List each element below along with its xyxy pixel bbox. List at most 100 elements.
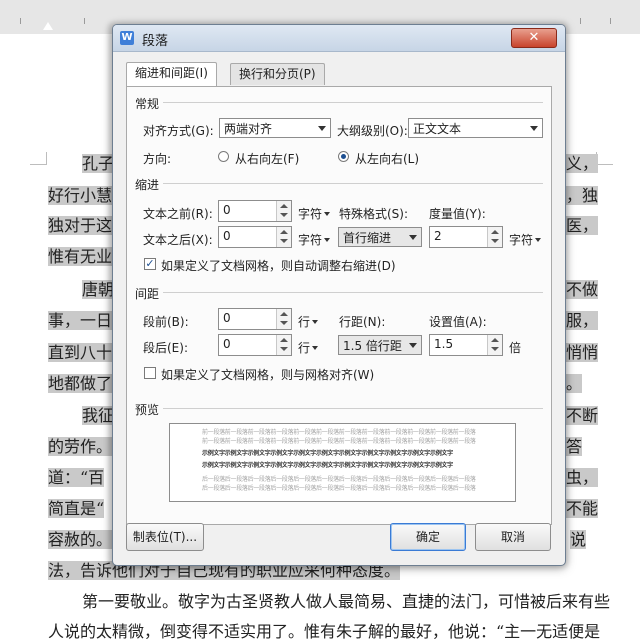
measure-stepper[interactable]: 2 — [429, 226, 503, 248]
doc-line: ，独 — [566, 186, 599, 205]
space-before-value: 0 — [223, 311, 231, 325]
indent-before-unit-dropdown[interactable]: 字符 — [298, 205, 331, 222]
section-spacing-title: 间距 — [135, 287, 160, 301]
chevron-up-icon — [280, 230, 288, 234]
special-format-value: 首行缩进 — [343, 231, 392, 245]
paragraph-dialog: W 段落 ✕ 缩进和间距(I) 换行和分页(P) 常规 对齐方式(G): 两端对… — [112, 24, 566, 566]
snap-to-grid-checkbox[interactable] — [144, 367, 156, 379]
preview-next-paragraph: 后一段落后一段落后一段落后一段落后一段落后一段落后一段落后一段落后一段落后一段落… — [202, 485, 476, 492]
tab-line-page-breaks[interactable]: 换行和分页(P) — [230, 63, 325, 85]
margin-corner-mark — [30, 152, 47, 165]
preview-previous-paragraph: 前一段落前一段落前一段落前一段落前一段落前一段落前一段落前一段落前一段落前一段落… — [202, 429, 476, 436]
rtl-label[interactable]: 从右向左(F) — [235, 150, 299, 167]
ltr-radio[interactable] — [338, 151, 349, 162]
spin-buttons[interactable] — [276, 201, 291, 221]
measure-label: 度量值(Y): — [429, 207, 486, 221]
section-divider — [163, 292, 543, 293]
section-preview-title: 预览 — [135, 403, 160, 417]
chevron-down-icon — [280, 239, 288, 243]
setting-value-stepper[interactable]: 1.5 — [429, 334, 503, 356]
indent-after-label: 文本之后(X): — [143, 233, 213, 247]
chevron-up-icon — [280, 338, 288, 342]
doc-line: 事，一日 — [48, 311, 113, 330]
special-format-select[interactable]: 首行缩进 — [338, 227, 422, 247]
doc-line: 人说的太精微，倒变得不适实用了。惟有朱子解的最好，他说：“主一无适便是 — [48, 622, 601, 641]
section-divider — [163, 408, 543, 409]
setting-value: 1.5 — [434, 337, 454, 351]
ruler-tick — [580, 18, 581, 24]
chevron-down-icon — [491, 347, 499, 351]
doc-line: 直到八十 — [48, 343, 113, 362]
section-divider — [163, 102, 543, 103]
setting-value-label: 设置值(A): — [429, 315, 487, 329]
caret-down-icon — [535, 238, 542, 242]
indent-marker[interactable] — [43, 22, 53, 30]
ruler-tick — [20, 18, 21, 24]
chevron-down-icon — [409, 343, 417, 348]
spin-buttons[interactable] — [276, 227, 291, 247]
line-spacing-value: 1.5 倍行距 — [343, 339, 402, 353]
ltr-label[interactable]: 从左向右(L) — [355, 150, 419, 167]
chevron-up-icon — [280, 204, 288, 208]
ok-button[interactable]: 确定 — [390, 523, 466, 551]
chevron-down-icon — [280, 213, 288, 217]
section-divider — [163, 183, 543, 184]
caret-down-icon — [312, 320, 319, 324]
chevron-down-icon — [491, 239, 499, 243]
space-before-stepper[interactable]: 0 — [218, 308, 292, 330]
chevron-up-icon — [491, 230, 499, 234]
spin-buttons[interactable] — [276, 335, 291, 355]
chevron-up-icon — [491, 338, 499, 342]
indent-before-stepper[interactable]: 0 — [218, 200, 292, 222]
tab-panel: 常规 对齐方式(G): 两端对齐 大纲级别(O): 正文文本 方向: 从右向左(… — [126, 86, 552, 525]
auto-right-indent-checkbox[interactable]: ✓ — [144, 258, 156, 270]
alignment-value: 两端对齐 — [224, 122, 273, 136]
cancel-button[interactable]: 取消 — [475, 523, 551, 551]
space-before-unit-dropdown[interactable]: 行 — [298, 313, 319, 330]
tabs-button[interactable]: 制表位(T)... — [126, 523, 204, 551]
preview-sample-text: 示例文字示例文字示例文字示例文字示例文字示例文字示例文字示例文字示例文字示例文字… — [202, 462, 453, 469]
preview-next-paragraph: 后一段落后一段落后一段落后一段落后一段落后一段落后一段落后一段落后一段落后一段落… — [202, 476, 476, 483]
indent-after-stepper[interactable]: 0 — [218, 226, 292, 248]
spin-buttons[interactable] — [276, 309, 291, 329]
rtl-radio[interactable] — [218, 151, 229, 162]
space-after-value: 0 — [223, 337, 231, 351]
close-button[interactable]: ✕ — [511, 28, 557, 48]
tab-indent-spacing[interactable]: 缩进和间距(I) — [126, 62, 217, 86]
doc-line: 说 — [570, 530, 587, 549]
measure-value: 2 — [434, 229, 442, 243]
preview-box: 前一段落前一段落前一段落前一段落前一段落前一段落前一段落前一段落前一段落前一段落… — [169, 423, 516, 502]
spin-buttons[interactable] — [487, 335, 502, 355]
doc-line: 虫， — [566, 468, 599, 487]
doc-line: 悄悄 — [566, 343, 599, 362]
auto-right-indent-label[interactable]: 如果定义了文档网格，则自动调整右缩进(D) — [161, 257, 396, 274]
doc-line: 。 — [566, 374, 583, 393]
section-general-title: 常规 — [135, 97, 160, 111]
line-spacing-select[interactable]: 1.5 倍行距 — [338, 335, 422, 355]
ruler-tick — [84, 18, 85, 24]
indent-after-unit-dropdown[interactable]: 字符 — [298, 231, 331, 248]
preview-previous-paragraph: 前一段落前一段落前一段落前一段落前一段落前一段落前一段落前一段落前一段落前一段落… — [202, 438, 476, 445]
outline-level-value: 正文文本 — [413, 122, 462, 136]
line-spacing-label: 行距(N): — [339, 315, 386, 329]
doc-line: 独对于这 — [48, 216, 113, 235]
setting-value-unit: 倍 — [509, 341, 522, 355]
special-format-label: 特殊格式(S): — [339, 207, 409, 221]
doc-line: 第一要敬业。敬字为古圣贤教人做人最简易、直捷的法门，可惜被后来有些 — [82, 592, 611, 611]
doc-line: 好行小慧 — [48, 186, 113, 205]
doc-line: 服， — [566, 311, 599, 330]
space-after-unit-dropdown[interactable]: 行 — [298, 339, 319, 356]
snap-to-grid-label[interactable]: 如果定义了文档网格，则与网格对齐(W) — [161, 366, 374, 383]
caret-down-icon — [312, 346, 319, 350]
spin-buttons[interactable] — [487, 227, 502, 247]
dialog-titlebar[interactable]: W 段落 ✕ — [113, 25, 565, 52]
doc-line: 答 — [566, 437, 583, 456]
measure-unit-dropdown[interactable]: 字符 — [509, 231, 542, 248]
outline-level-select[interactable]: 正文文本 — [408, 118, 543, 138]
doc-line: 惟有无业 — [48, 247, 113, 266]
alignment-select[interactable]: 两端对齐 — [219, 118, 331, 138]
doc-line: 容赦的。 — [48, 530, 113, 549]
space-after-stepper[interactable]: 0 — [218, 334, 292, 356]
indent-after-value: 0 — [223, 229, 231, 243]
indent-before-value: 0 — [223, 203, 231, 217]
